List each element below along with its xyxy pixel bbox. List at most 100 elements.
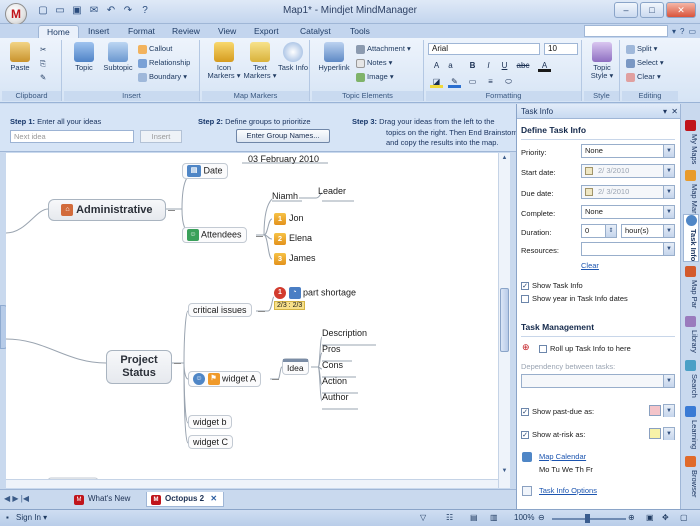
zoom-slider-thumb[interactable] — [585, 514, 590, 523]
topic-date[interactable]: ▤ Date — [182, 163, 228, 179]
tab-export[interactable]: Export — [246, 25, 287, 38]
topic-pros[interactable]: Pros — [322, 344, 341, 354]
collapse-administrative[interactable] — [168, 210, 175, 211]
topic-idea[interactable]: Idea — [282, 358, 309, 375]
format-painter-button[interactable]: ✎ — [40, 72, 46, 83]
attachment-button[interactable]: Attachment ▾ — [356, 43, 411, 54]
font-color-icon[interactable]: A — [538, 60, 551, 72]
fit-map-icon[interactable]: ▣ — [646, 513, 654, 522]
tab-review[interactable]: Review — [164, 25, 208, 38]
topic-style-button[interactable]: Topic Style ▾ — [586, 42, 618, 80]
zoom-out-icon[interactable]: ⊖ — [538, 513, 545, 522]
topic-leader[interactable]: Leader — [318, 186, 346, 196]
topic-niamh[interactable]: Niamh — [272, 191, 298, 201]
vtab-library[interactable]: Library — [683, 316, 699, 353]
show-year-checkbox[interactable]: Show year in Task Info dates — [521, 294, 628, 304]
due-date-picker[interactable]: 2/ 3/2010 ▼ — [581, 185, 675, 199]
tab-nav-arrows[interactable]: ◀ ▶ |◀ — [4, 494, 29, 503]
search-dropdown-icon[interactable]: ▾ — [672, 27, 676, 36]
pane-close-icon[interactable]: ✕ — [671, 104, 678, 119]
view-mode-icon[interactable]: ☷ — [446, 513, 453, 522]
pane-menu-icon[interactable]: ▾ — [663, 104, 667, 119]
tab-tools[interactable]: Tools — [342, 25, 378, 38]
map-calendar-link[interactable]: Map Calendar — [539, 452, 586, 461]
vertical-scroll-thumb[interactable] — [500, 288, 509, 352]
gantt-view-icon[interactable]: ▥ — [490, 513, 498, 522]
canvas-horizontal-scrollbar[interactable] — [6, 479, 498, 488]
topic-elena[interactable]: Elena — [289, 233, 312, 243]
show-past-due-checkbox[interactable]: ✓ Show past-due as: — [521, 407, 594, 417]
close-tab-icon[interactable]: ✕ — [210, 494, 217, 503]
tab-format[interactable]: Format — [120, 25, 163, 38]
tab-home[interactable]: Home — [38, 25, 79, 38]
topic-jon[interactable]: Jon — [289, 213, 304, 223]
topic-description[interactable]: Description — [322, 328, 367, 338]
topic-administrative[interactable]: ⌂ Administrative — [48, 199, 166, 221]
shrink-font-icon[interactable]: a — [444, 60, 457, 72]
help-button[interactable]: ? — [680, 27, 684, 36]
tab-view[interactable]: View — [210, 25, 244, 38]
vtab-map-markers[interactable]: Map Mar — [683, 170, 699, 214]
vtab-my-maps[interactable]: My Maps — [683, 120, 699, 164]
scroll-down-icon[interactable]: ▼ — [500, 467, 509, 476]
topic-widget-c[interactable]: widget C — [188, 435, 234, 449]
bold-button[interactable]: B — [466, 60, 479, 72]
collapse-critical-issues[interactable] — [258, 311, 265, 312]
underline-button[interactable]: U — [498, 60, 511, 72]
vtab-learning[interactable]: Learning — [683, 406, 699, 449]
select-button[interactable]: Select ▾ — [626, 57, 664, 68]
line-style-icon[interactable]: ▭ — [466, 76, 479, 88]
date-value[interactable]: 03 February 2010 — [248, 154, 319, 164]
vtab-search[interactable]: Search — [683, 360, 699, 398]
image-button[interactable]: Image ▾ — [356, 71, 394, 82]
topic-critical-issues[interactable]: critical issues — [188, 303, 252, 317]
rollup-checkbox[interactable]: Roll up Task Info to here — [539, 344, 631, 354]
relationship-button[interactable]: Relationship — [138, 57, 190, 68]
sign-in-button[interactable]: Sign In ▾ — [16, 513, 47, 522]
cut-button[interactable]: ✂ — [40, 44, 46, 55]
scroll-up-icon[interactable]: ▲ — [500, 154, 509, 163]
next-idea-input[interactable]: Next idea — [10, 130, 134, 143]
hyperlink-button[interactable]: Hyperlink — [316, 42, 352, 72]
zoom-in-icon[interactable]: ⊕ — [628, 513, 635, 522]
font-family-select[interactable]: Arial — [428, 43, 540, 55]
topic-widget-a[interactable]: ☺ ⚑ widget A — [188, 371, 262, 387]
show-task-info-checkbox[interactable]: ✓ Show Task Info — [521, 281, 583, 291]
doc-tab-whats-new[interactable]: M What's New — [70, 492, 136, 507]
clear-link[interactable]: Clear — [581, 261, 599, 270]
topic-button[interactable]: Topic — [68, 42, 100, 72]
duration-input[interactable]: 0 ⇕ — [581, 224, 617, 238]
map-canvas[interactable]: ⌂ Administrative ▤ Date 03 February 2010… — [6, 153, 498, 488]
tab-insert[interactable]: Insert — [80, 25, 117, 38]
doc-tab-octopus[interactable]: M Octopus 2 ✕ — [146, 492, 225, 507]
topic-attendees[interactable]: ☺ Attendees — [182, 227, 247, 243]
show-at-risk-checkbox[interactable]: ✓ Show at-risk as: — [521, 430, 585, 440]
at-risk-color-swatch[interactable] — [649, 428, 661, 439]
insert-idea-button[interactable]: Insert — [140, 130, 182, 143]
grow-font-icon[interactable]: A — [430, 60, 443, 72]
line-color-icon[interactable]: ✎ — [448, 76, 461, 88]
topic-cons[interactable]: Cons — [322, 360, 343, 370]
complete-select[interactable]: None ▼ — [581, 205, 675, 219]
close-button[interactable]: ✕ — [666, 2, 696, 18]
fill-color-icon[interactable]: ◪ — [430, 76, 443, 88]
collapse-widget-a[interactable] — [272, 379, 279, 380]
strikethrough-button[interactable]: abc — [514, 60, 532, 72]
clear-button[interactable]: Clear ▾ — [626, 71, 661, 82]
enter-group-names-button[interactable]: Enter Group Names... — [236, 129, 330, 143]
outline-view-icon[interactable]: ▤ — [470, 513, 478, 522]
canvas-vertical-scrollbar[interactable]: ▲ ▼ — [498, 153, 510, 488]
maximize-button[interactable]: □ — [640, 2, 664, 18]
topic-author[interactable]: Author — [322, 392, 349, 402]
align-icon[interactable]: ≡ — [484, 76, 497, 88]
subtopic-button[interactable]: Subtopic — [102, 42, 134, 72]
collapse-project-status[interactable] — [174, 363, 181, 364]
boundary-button[interactable]: Boundary ▾ — [138, 71, 187, 82]
dependency-select[interactable]: ▼ — [521, 374, 675, 388]
minimize-button[interactable]: – — [614, 2, 638, 18]
vtab-task-info[interactable]: Task Info — [683, 214, 699, 263]
fullscreen-icon[interactable]: ▢ — [680, 513, 688, 522]
past-due-color-swatch[interactable] — [649, 405, 661, 416]
vtab-map-parts[interactable]: Map Par — [683, 266, 699, 308]
resources-select[interactable]: ▼ — [581, 242, 675, 256]
